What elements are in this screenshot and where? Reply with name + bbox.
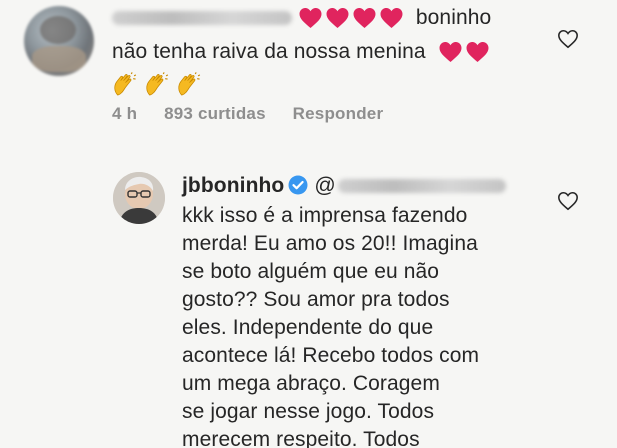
username-link[interactable]: jbboninho (182, 174, 284, 197)
reply-line: se boto alguém que eu não (182, 260, 440, 283)
reply-button[interactable]: Responder (293, 104, 384, 123)
instagram-comments-screen: boninho não tenha raiva da nossa menina … (0, 0, 617, 448)
reply-line: gosto?? Sou amor pra todos (182, 288, 450, 311)
reply-line: acontece lá! Recebo todos com (182, 344, 480, 367)
heart-emoji-icon (439, 42, 462, 63)
clapping-hands-icon (146, 72, 169, 96)
avatar[interactable] (24, 6, 94, 76)
like-heart-icon[interactable] (557, 190, 579, 212)
mention-at[interactable]: @ (314, 174, 335, 197)
avatar[interactable] (113, 172, 165, 224)
blurred-username[interactable] (112, 11, 292, 26)
avatar-portrait (113, 172, 165, 224)
heart-emoji-icon (353, 8, 376, 29)
reply-line: se jogar nesse jogo. Todos (182, 400, 435, 423)
comment-meta: 4 h 893 curtidas Responder (112, 104, 405, 124)
reply-text: jbboninho @ kkk isso é a imprensa fazendo… (182, 172, 562, 448)
heart-emoji-icon (299, 8, 322, 29)
reply-line: um mega abraço. Coragem (182, 372, 440, 395)
reply-line: kkk isso é a imprensa fazendo (182, 204, 468, 227)
comment-line: boninho (112, 4, 562, 32)
reply-line: eles. Independente do que (182, 316, 434, 339)
avatar-blur-shape (32, 46, 86, 72)
reply-line: merda! Eu amo os 20!! Imagina (182, 232, 478, 255)
mention-text: boninho (415, 6, 492, 29)
heart-emoji-icon (326, 8, 349, 29)
comment-time: 4 h (112, 104, 138, 123)
comment-line: não tenha raiva da nossa menina (112, 38, 562, 66)
reply-header: jbboninho @ (182, 172, 562, 200)
clapping-hands-icon (178, 72, 201, 96)
likes-count[interactable]: 893 curtidas (164, 104, 266, 123)
clapping-hands-icon (114, 72, 137, 96)
reply-line: merecem respeito. Todos (182, 428, 420, 448)
blurred-mention[interactable] (337, 179, 506, 194)
like-heart-icon[interactable] (557, 28, 579, 50)
avatar-blur-shape (40, 16, 76, 44)
verified-badge-icon (288, 175, 308, 195)
heart-emoji-icon (466, 42, 489, 63)
comment-line-text: não tenha raiva da nossa menina (112, 40, 426, 63)
heart-emoji-icon (380, 8, 403, 29)
comment-text: boninho não tenha raiva da nossa menina (112, 4, 562, 98)
emoji-row (112, 70, 562, 98)
